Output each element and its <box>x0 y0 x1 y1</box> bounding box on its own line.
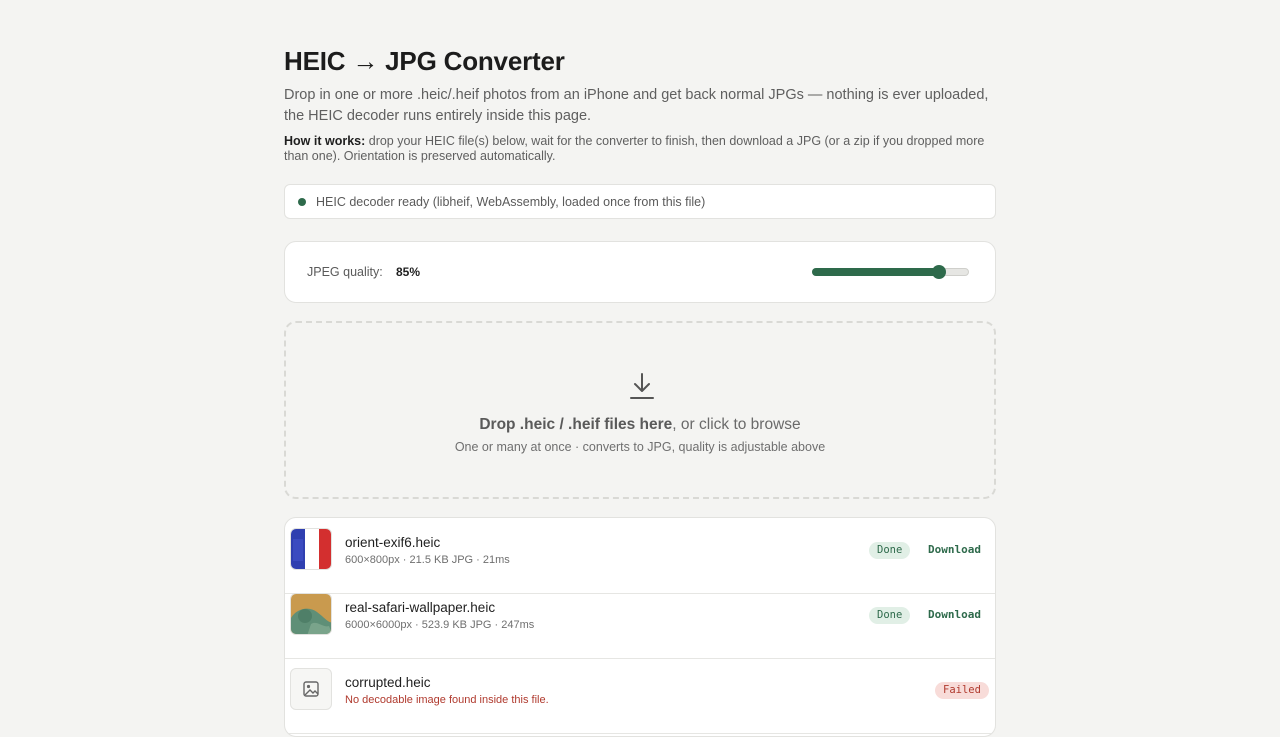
image-placeholder-thumbnail <box>290 668 332 710</box>
dropzone-instructions-bold: Drop .heic / .heif files here <box>479 416 673 433</box>
flag-thumbnail <box>290 528 332 570</box>
download-button[interactable]: Download <box>928 543 981 556</box>
download-icon <box>630 373 654 399</box>
how-it-works-label: How it works: <box>284 134 366 148</box>
file-list: orient-exif6.heic 600×800px · 21.5 KB JP… <box>284 517 996 737</box>
quality-slider-thumb[interactable] <box>932 265 946 279</box>
decoder-status-text: HEIC decoder ready (libheif, WebAssembly… <box>316 194 706 209</box>
download-button[interactable]: Download <box>928 608 981 621</box>
file-name: corrupted.heic <box>345 675 431 690</box>
file-error-message: No decodable image found inside this fil… <box>345 694 549 706</box>
dropzone-hint: One or many at once · converts to JPG, q… <box>454 440 826 454</box>
quality-panel: JPEG quality: 85% <box>284 241 996 303</box>
page-title: HEIC → JPG Converter <box>284 46 565 76</box>
file-meta: 600×800px · 21.5 KB JPG · 21ms <box>345 554 510 566</box>
dropzone-instructions: Drop .heic / .heif files here, or click … <box>286 416 994 434</box>
how-it-works-text: drop your HEIC file(s) below, wait for t… <box>284 134 985 163</box>
quality-slider[interactable] <box>812 265 971 279</box>
status-dot-icon <box>298 197 306 206</box>
wallpaper-thumbnail-image <box>291 594 331 634</box>
flag-thumbnail-image <box>291 529 331 569</box>
file-row: corrupted.heic No decodable image found … <box>285 658 995 734</box>
quality-slider-fill <box>812 268 939 276</box>
file-row: real-safari-wallpaper.heic 6000×6000px ·… <box>285 583 995 659</box>
image-placeholder-icon <box>303 681 319 697</box>
file-name: orient-exif6.heic <box>345 535 441 550</box>
status-badge: Done <box>869 542 911 559</box>
quality-label: JPEG quality: <box>307 265 383 279</box>
file-dropzone[interactable]: Drop .heic / .heif files here, or click … <box>284 321 996 499</box>
status-badge: Done <box>869 607 911 624</box>
file-name: real-safari-wallpaper.heic <box>345 600 496 615</box>
how-it-works: How it works: drop your HEIC file(s) bel… <box>284 134 996 164</box>
wallpaper-thumbnail <box>290 593 332 635</box>
decoder-status: HEIC decoder ready (libheif, WebAssembly… <box>284 184 996 219</box>
quality-value: 85% <box>396 265 421 279</box>
dropzone-instructions-rest: , or click to browse <box>672 416 801 433</box>
file-meta: 6000×6000px · 523.9 KB JPG · 247ms <box>345 619 535 631</box>
page-description: Drop in one or more .heic/.heif photos f… <box>284 87 989 124</box>
status-badge: Failed <box>935 682 989 699</box>
